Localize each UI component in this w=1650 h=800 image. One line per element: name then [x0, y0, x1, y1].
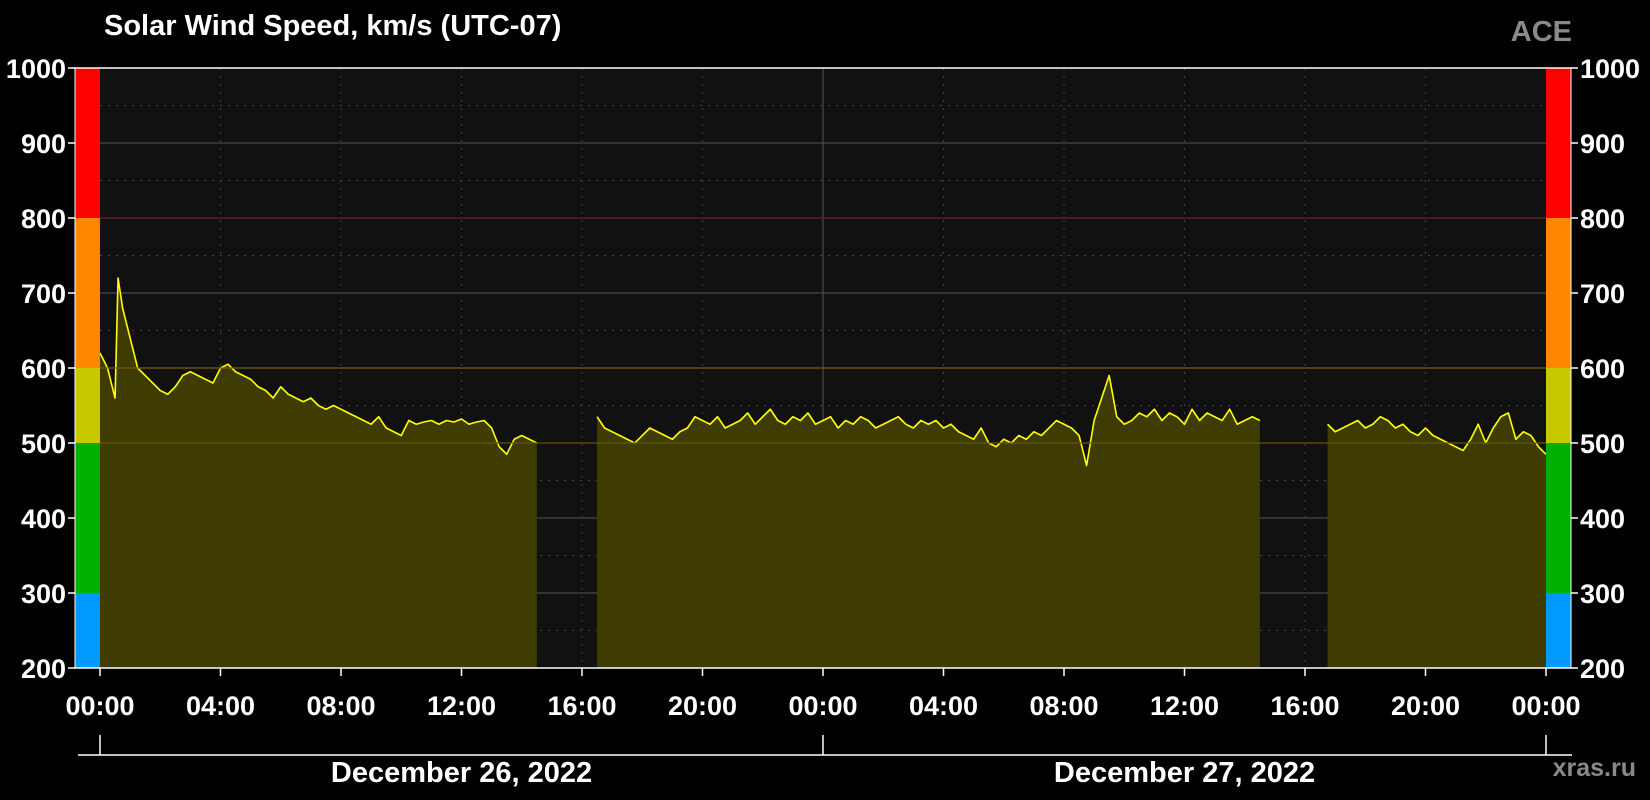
scale-band-right	[1546, 593, 1571, 668]
y-tick-label-right: 200	[1580, 654, 1625, 684]
scale-band-right	[1546, 218, 1571, 368]
x-tick-label: 04:00	[186, 691, 255, 721]
y-tick-label-right: 700	[1580, 279, 1625, 309]
x-tick-label: 12:00	[1150, 691, 1219, 721]
speed-area	[1327, 413, 1546, 668]
y-tick-label-left: 1000	[6, 54, 66, 84]
x-tick-label: 00:00	[788, 691, 857, 721]
y-tick-label-left: 300	[21, 579, 66, 609]
y-tick-label-left: 900	[21, 129, 66, 159]
date-label: December 26, 2022	[331, 757, 592, 789]
x-tick-label: 20:00	[668, 691, 737, 721]
y-tick-label-right: 500	[1580, 429, 1625, 459]
y-tick-label-right: 800	[1580, 204, 1625, 234]
y-tick-label-left: 800	[21, 204, 66, 234]
scale-band-left	[75, 368, 100, 443]
scale-band-left	[75, 443, 100, 593]
solar-wind-chart: 200 200 300 300 400 400 500 500 600 600 700 700 800 8…	[6, 54, 1640, 789]
x-tick-label: 00:00	[65, 691, 134, 721]
y-tick-label-right: 900	[1580, 129, 1625, 159]
scale-band-left	[75, 593, 100, 668]
scale-band-right	[1546, 68, 1571, 218]
scale-band-left	[75, 68, 100, 218]
y-tick-label-right: 1000	[1580, 54, 1640, 84]
y-tick-label-right: 300	[1580, 579, 1625, 609]
y-tick-label-left: 200	[21, 654, 66, 684]
x-tick-label: 16:00	[547, 691, 616, 721]
y-tick-label-left: 700	[21, 279, 66, 309]
y-tick-label-right: 600	[1580, 354, 1625, 384]
y-tick-label-right: 400	[1580, 504, 1625, 534]
y-tick-label-left: 400	[21, 504, 66, 534]
x-tick-label: 08:00	[1029, 691, 1098, 721]
y-tick-label-left: 600	[21, 354, 66, 384]
x-tick-label: 00:00	[1511, 691, 1580, 721]
date-label: December 27, 2022	[1054, 757, 1315, 789]
scale-band-left	[75, 218, 100, 368]
scale-band-right	[1546, 368, 1571, 443]
x-tick-label: 08:00	[306, 691, 375, 721]
scale-band-right	[1546, 443, 1571, 593]
x-tick-label: 04:00	[909, 691, 978, 721]
x-tick-label: 16:00	[1270, 691, 1339, 721]
x-tick-label: 20:00	[1391, 691, 1460, 721]
x-tick-label: 12:00	[427, 691, 496, 721]
y-tick-label-left: 500	[21, 429, 66, 459]
